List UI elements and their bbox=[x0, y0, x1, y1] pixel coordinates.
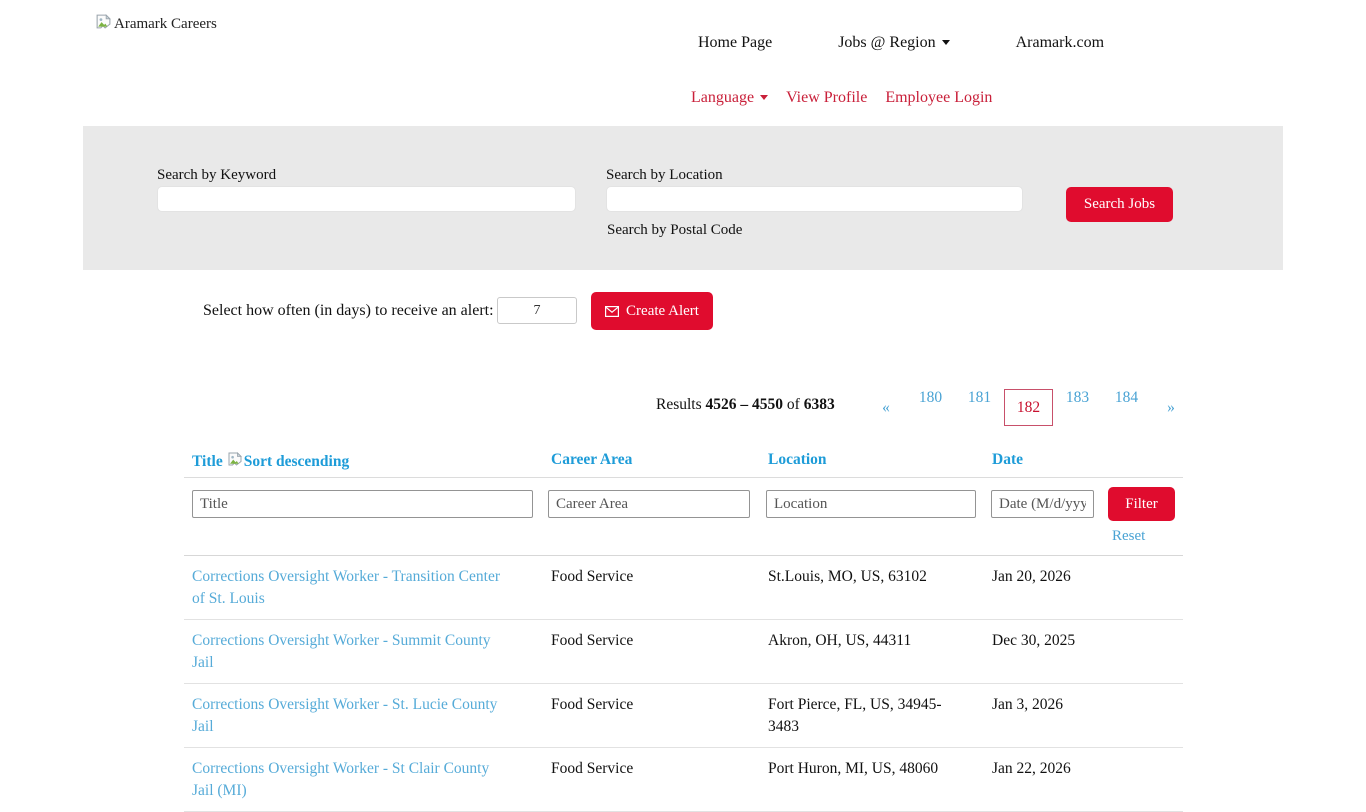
nav-employee-login[interactable]: Employee Login bbox=[885, 89, 992, 107]
job-career-area-cell: Food Service bbox=[543, 620, 760, 683]
table-row: Corrections Oversight Worker - St Clair … bbox=[184, 748, 1183, 812]
caret-down-icon bbox=[760, 95, 768, 100]
nav-home-page[interactable]: Home Page bbox=[698, 34, 772, 52]
column-header-career-area[interactable]: Career Area bbox=[543, 440, 760, 469]
nav-home-page-label: Home Page bbox=[698, 34, 772, 51]
sort-descending-alt-text: Sort descending bbox=[244, 453, 350, 471]
location-label: Search by Location bbox=[606, 167, 723, 184]
career-area-filter-input[interactable] bbox=[548, 490, 750, 518]
column-header-actions bbox=[1100, 440, 1183, 451]
envelope-icon bbox=[605, 306, 619, 317]
postal-code-toggle[interactable]: Search by Postal Code bbox=[607, 222, 742, 239]
site-logo[interactable]: Aramark Careers bbox=[95, 13, 217, 35]
filter-row: Filter Reset bbox=[184, 478, 1183, 556]
results-label: Results bbox=[656, 396, 702, 413]
nav-language-label: Language bbox=[691, 89, 754, 106]
search-jobs-button[interactable]: Search Jobs bbox=[1066, 187, 1173, 222]
logo-alt-text: Aramark Careers bbox=[114, 16, 217, 33]
filter-button[interactable]: Filter bbox=[1108, 487, 1175, 521]
table-header-row: Title Sort descending Career Area Locati… bbox=[184, 440, 1183, 478]
pagination-page-180[interactable]: 180 bbox=[906, 389, 955, 426]
job-actions-cell bbox=[1100, 620, 1183, 683]
job-title-link[interactable]: Corrections Oversight Worker - Summit Co… bbox=[192, 632, 491, 671]
results-count: Results 4526 – 4550 of 6383 bbox=[656, 396, 835, 414]
column-header-date[interactable]: Date bbox=[984, 440, 1100, 469]
results-of: of bbox=[787, 396, 800, 413]
alert-frequency-label: Select how often (in days) to receive an… bbox=[203, 302, 494, 320]
job-title-link[interactable]: Corrections Oversight Worker - St. Lucie… bbox=[192, 696, 497, 735]
pagination-page-184[interactable]: 184 bbox=[1102, 389, 1151, 426]
table-row: Corrections Oversight Worker - Transitio… bbox=[184, 556, 1183, 620]
job-date-cell: Dec 30, 2025 bbox=[984, 620, 1100, 683]
pagination-page-181[interactable]: 181 bbox=[955, 389, 1004, 426]
pagination: « 180181182183184 » bbox=[866, 389, 1191, 426]
pagination-page-183[interactable]: 183 bbox=[1053, 389, 1102, 426]
top-navigation: Home Page Jobs @ Region Aramark.com bbox=[698, 34, 1104, 52]
job-location-cell: St.Louis, MO, US, 63102 bbox=[760, 556, 984, 619]
job-date-cell: Jan 22, 2026 bbox=[984, 748, 1100, 811]
job-actions-cell bbox=[1100, 748, 1183, 811]
title-header-label: Title bbox=[192, 453, 223, 471]
create-alert-label: Create Alert bbox=[626, 303, 699, 320]
nav-jobs-region-label: Jobs @ Region bbox=[838, 34, 935, 51]
pagination-prev[interactable]: « bbox=[866, 399, 906, 417]
results-range: 4526 – 4550 bbox=[706, 396, 784, 413]
title-filter-input[interactable] bbox=[192, 490, 533, 518]
create-alert-button[interactable]: Create Alert bbox=[591, 292, 713, 330]
job-location-cell: Akron, OH, US, 44311 bbox=[760, 620, 984, 683]
nav-aramark-com[interactable]: Aramark.com bbox=[1016, 34, 1104, 52]
alert-days-input[interactable] bbox=[497, 297, 577, 324]
job-title-link[interactable]: Corrections Oversight Worker - Transitio… bbox=[192, 568, 500, 607]
job-title-link[interactable]: Corrections Oversight Worker - St Clair … bbox=[192, 760, 489, 799]
pagination-pages: 180181182183184 bbox=[906, 389, 1151, 426]
nav-view-profile-label: View Profile bbox=[786, 89, 867, 106]
alert-section: Select how often (in days) to receive an… bbox=[0, 292, 1366, 332]
job-actions-cell bbox=[1100, 556, 1183, 619]
location-filter-input[interactable] bbox=[766, 490, 976, 518]
column-header-location[interactable]: Location bbox=[760, 440, 984, 469]
date-filter-input[interactable] bbox=[991, 490, 1094, 518]
job-date-cell: Jan 20, 2026 bbox=[984, 556, 1100, 619]
secondary-navigation: Language View Profile Employee Login bbox=[691, 89, 992, 107]
job-career-area-cell: Food Service bbox=[543, 556, 760, 619]
job-date-cell: Jan 3, 2026 bbox=[984, 684, 1100, 747]
job-title-cell: Corrections Oversight Worker - St. Lucie… bbox=[184, 684, 543, 747]
job-title-cell: Corrections Oversight Worker - Transitio… bbox=[184, 556, 543, 619]
nav-employee-login-label: Employee Login bbox=[885, 89, 992, 106]
job-title-cell: Corrections Oversight Worker - St Clair … bbox=[184, 748, 543, 811]
job-career-area-cell: Food Service bbox=[543, 684, 760, 747]
job-rows: Corrections Oversight Worker - Transitio… bbox=[184, 556, 1183, 812]
search-panel: Search by Keyword Search by Location Sea… bbox=[83, 126, 1283, 270]
location-input[interactable] bbox=[606, 186, 1023, 212]
broken-image-icon bbox=[227, 451, 243, 472]
job-career-area-cell: Food Service bbox=[543, 748, 760, 811]
job-actions-cell bbox=[1100, 684, 1183, 747]
nav-view-profile[interactable]: View Profile bbox=[786, 89, 867, 107]
column-header-title[interactable]: Title Sort descending bbox=[184, 440, 543, 472]
results-total: 6383 bbox=[804, 396, 835, 413]
table-row: Corrections Oversight Worker - St. Lucie… bbox=[184, 684, 1183, 748]
nav-jobs-region[interactable]: Jobs @ Region bbox=[838, 34, 949, 52]
job-results-table: Title Sort descending Career Area Locati… bbox=[184, 440, 1183, 812]
job-title-cell: Corrections Oversight Worker - Summit Co… bbox=[184, 620, 543, 683]
keyword-label: Search by Keyword bbox=[157, 167, 276, 184]
job-location-cell: Fort Pierce, FL, US, 34945-3483 bbox=[760, 684, 984, 747]
nav-aramark-com-label: Aramark.com bbox=[1016, 34, 1104, 51]
caret-down-icon bbox=[942, 40, 950, 45]
table-row: Corrections Oversight Worker - Summit Co… bbox=[184, 620, 1183, 684]
pagination-next[interactable]: » bbox=[1151, 399, 1191, 417]
keyword-input[interactable] bbox=[157, 186, 576, 212]
reset-link[interactable]: Reset bbox=[1112, 528, 1145, 545]
pagination-page-182[interactable]: 182 bbox=[1004, 389, 1053, 426]
broken-image-icon bbox=[95, 13, 112, 35]
nav-language[interactable]: Language bbox=[691, 89, 768, 107]
job-location-cell: Port Huron, MI, US, 48060 bbox=[760, 748, 984, 811]
